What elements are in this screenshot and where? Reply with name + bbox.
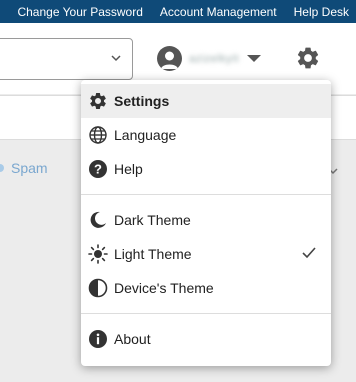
folder-dot-icon (0, 164, 4, 172)
menu-item-label: Device's Theme (114, 280, 214, 296)
menu-item-label: Help (114, 161, 143, 177)
moon-icon (88, 210, 108, 230)
avatar (157, 46, 182, 71)
change-password-link[interactable]: Change Your Password (17, 5, 142, 19)
menu-item-label: Settings (114, 93, 170, 109)
menu-divider (81, 194, 331, 195)
user-icon (161, 51, 178, 69)
menu-item-settings[interactable]: Settings (81, 84, 331, 118)
menu-item-label: Dark Theme (114, 212, 191, 228)
gear-icon[interactable] (295, 45, 321, 71)
folder-label: Spam (11, 160, 48, 176)
gear-icon (88, 91, 108, 111)
caret-down-icon (247, 54, 262, 62)
mailbox-select[interactable] (0, 38, 133, 80)
help-icon: ? (88, 159, 108, 179)
svg-text:?: ? (94, 162, 102, 177)
menu-item-language[interactable]: Language (81, 118, 331, 152)
chevron-down-icon (111, 55, 121, 62)
menu-item-light-theme[interactable]: Light Theme (81, 237, 331, 271)
sun-icon (88, 244, 108, 264)
info-icon (88, 329, 108, 349)
help-desk-link[interactable]: Help Desk (294, 5, 349, 19)
folder-spam[interactable]: Spam (0, 160, 48, 176)
menu-item-label: Light Theme (114, 246, 192, 262)
checkmark-icon (302, 247, 316, 259)
globe-icon (88, 125, 108, 145)
account-management-link[interactable]: Account Management (160, 5, 277, 19)
menu-divider (81, 313, 331, 314)
top-navigation-bar: Change Your Password Account Management … (0, 0, 356, 23)
menu-item-label: Language (114, 127, 177, 143)
menu-item-label: About (114, 331, 151, 347)
menu-item-about[interactable]: About (81, 322, 331, 356)
menu-item-help[interactable]: ? Help (81, 152, 331, 186)
user-name: azizelkyIt (189, 52, 240, 65)
half-circle-icon (88, 278, 108, 298)
menu-item-dark-theme[interactable]: Dark Theme (81, 203, 331, 237)
menu-item-device-theme[interactable]: Device's Theme (81, 271, 331, 305)
settings-dropdown-menu: Settings Language ? Help Dark Theme Ligh… (81, 80, 331, 366)
user-menu-trigger[interactable]: azizelkyIt (157, 46, 262, 71)
